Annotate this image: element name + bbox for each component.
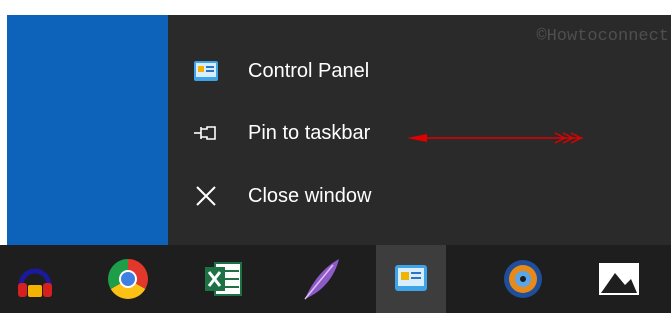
- chrome-icon: [108, 259, 148, 299]
- taskbar-button-media-player[interactable]: [488, 245, 558, 313]
- taskbar-button-photos[interactable]: [584, 245, 654, 313]
- menu-item-label: Close window: [248, 185, 372, 207]
- pin-icon: [192, 120, 220, 146]
- headphones-app-icon: [18, 268, 52, 297]
- menu-item-close-window[interactable]: Close window: [168, 168, 671, 228]
- menu-item-label: Control Panel: [248, 60, 370, 82]
- desktop-background: [7, 15, 168, 245]
- control-panel-icon: [395, 265, 427, 291]
- taskbar-button-feather-app[interactable]: [286, 245, 356, 313]
- menu-item-label: Pin to taskbar: [248, 122, 371, 144]
- media-player-icon: [504, 260, 542, 298]
- taskbar-button-chrome[interactable]: [93, 245, 163, 313]
- menu-item-control-panel[interactable]: Control Panel: [168, 43, 671, 103]
- feather-app-icon: [304, 259, 339, 300]
- top-strip: [0, 0, 671, 15]
- taskbar-button-control-panel[interactable]: [376, 245, 446, 313]
- close-icon: [192, 183, 220, 209]
- taskbar-button-excel[interactable]: [188, 245, 258, 313]
- taskbar: [0, 245, 671, 313]
- annotation-arrow: [407, 132, 583, 144]
- taskbar-button-headphones[interactable]: [0, 245, 70, 313]
- control-panel-icon: [192, 58, 220, 84]
- photos-icon: [599, 263, 639, 295]
- excel-icon: [205, 262, 242, 296]
